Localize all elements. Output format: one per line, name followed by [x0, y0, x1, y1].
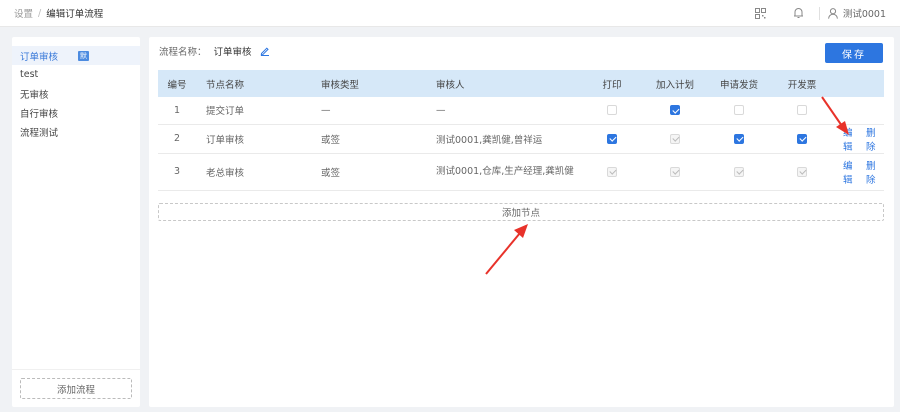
- page-title: 编辑订单流程: [46, 9, 104, 20]
- bell-icon[interactable]: [785, 0, 813, 27]
- cell-review-type: 或签: [311, 153, 426, 191]
- cell-review-type: —: [311, 97, 426, 125]
- col-header-print: 打印: [581, 70, 643, 97]
- flow-editor-panel: 流程名称： 订单审核 保存 编号 节点名称 审核类型 审核人 打印 加入计划 申…: [149, 37, 894, 407]
- flow-name-row: 流程名称： 订单审核: [159, 44, 270, 58]
- table-row: 2 订单审核 或签 测试0001,龚凯健,曾祥运 编辑 删除: [158, 124, 884, 154]
- edit-pencil-icon[interactable]: [260, 46, 270, 56]
- cell-no: 2: [158, 124, 196, 154]
- sidebar-item-test[interactable]: test: [12, 65, 140, 84]
- sidebar-item-self-review[interactable]: 自行审核: [12, 103, 140, 122]
- default-badge: 默: [78, 50, 90, 61]
- add-plan-checkbox[interactable]: [670, 133, 680, 144]
- flow-sidebar: 订单审核 默 test 无审核 自行审核 流程测试 添加流程: [12, 37, 140, 407]
- cell-actions: [833, 97, 884, 125]
- sidebar-item-label: 自行审核: [20, 108, 59, 120]
- sidebar-item-label: 流程测试: [20, 127, 59, 139]
- edit-link[interactable]: 编辑: [843, 158, 861, 186]
- col-header-reviewer: 审核人: [426, 70, 581, 97]
- header-divider: [818, 6, 820, 20]
- col-header-invoice: 开发票: [771, 70, 833, 97]
- col-header-add-plan: 加入计划: [643, 70, 707, 97]
- flow-name-label: 流程名称：: [159, 47, 207, 58]
- sidebar-item-order-review[interactable]: 订单审核 默: [12, 46, 140, 65]
- user-name: 测试0001: [842, 9, 886, 20]
- sidebar-footer: 添加流程: [12, 369, 140, 407]
- sidebar-item-no-review[interactable]: 无审核: [12, 84, 140, 103]
- row-actions: 编辑 删除: [843, 158, 884, 186]
- top-bar: 设置 / 编辑订单流程 测试0001: [0, 0, 900, 27]
- delete-link[interactable]: 删除: [866, 125, 884, 153]
- table-row: 1 提交订单 — —: [158, 97, 884, 125]
- col-header-actions: [833, 70, 884, 97]
- print-checkbox[interactable]: [607, 133, 617, 144]
- flow-name-value: 订单审核: [213, 47, 252, 58]
- sidebar-item-label: 订单审核: [20, 51, 59, 63]
- edit-link[interactable]: 编辑: [843, 125, 861, 153]
- sidebar-item-flow-test[interactable]: 流程测试: [12, 122, 140, 141]
- cell-no: 1: [158, 97, 196, 125]
- row-actions: 编辑 删除: [843, 125, 884, 153]
- breadcrumb: 设置 / 编辑订单流程: [14, 6, 104, 21]
- col-header-node-name: 节点名称: [196, 70, 311, 97]
- breadcrumb-separator: /: [38, 7, 42, 19]
- add-plan-checkbox[interactable]: [670, 166, 680, 177]
- node-table: 编号 节点名称 审核类型 审核人 打印 加入计划 申请发货 开发票 1 提交订单…: [158, 70, 884, 191]
- save-button[interactable]: 保存: [825, 43, 883, 63]
- apply-shipment-checkbox[interactable]: [734, 166, 744, 177]
- qr-code-icon[interactable]: [747, 0, 775, 27]
- cell-reviewer: —: [426, 97, 581, 125]
- user-icon: [827, 7, 838, 19]
- sidebar-item-label: 无审核: [20, 89, 49, 101]
- invoice-checkbox[interactable]: [797, 166, 807, 177]
- table-row: 3 老总审核 或签 测试0001,仓库,生产经理,龚凯健 编辑 删除: [158, 153, 884, 191]
- print-checkbox[interactable]: [607, 105, 617, 116]
- cell-node-name: 订单审核: [196, 124, 311, 154]
- cell-no: 3: [158, 153, 196, 191]
- cell-node-name: 老总审核: [196, 153, 311, 191]
- cell-review-type: 或签: [311, 124, 426, 154]
- col-header-review-type: 审核类型: [311, 70, 426, 97]
- sidebar-item-label: test: [20, 69, 39, 80]
- apply-shipment-checkbox[interactable]: [734, 133, 744, 144]
- cell-node-name: 提交订单: [196, 97, 311, 125]
- cell-reviewer: 测试0001,龚凯健,曾祥运: [426, 124, 581, 154]
- delete-link[interactable]: 删除: [866, 158, 884, 186]
- invoice-checkbox[interactable]: [797, 133, 807, 144]
- user-menu[interactable]: 测试0001: [827, 6, 886, 20]
- print-checkbox[interactable]: [607, 166, 617, 177]
- add-node-button[interactable]: 添加节点: [158, 203, 884, 221]
- cell-reviewer: 测试0001,仓库,生产经理,龚凯健: [426, 153, 581, 191]
- col-header-no: 编号: [158, 70, 196, 97]
- col-header-apply-shipment: 申请发货: [707, 70, 771, 97]
- apply-shipment-checkbox[interactable]: [734, 105, 744, 116]
- table-header-row: 编号 节点名称 审核类型 审核人 打印 加入计划 申请发货 开发票: [158, 70, 884, 97]
- add-plan-checkbox[interactable]: [670, 105, 680, 116]
- add-flow-button[interactable]: 添加流程: [20, 378, 132, 399]
- breadcrumb-settings-link[interactable]: 设置: [14, 6, 33, 20]
- invoice-checkbox[interactable]: [797, 105, 807, 116]
